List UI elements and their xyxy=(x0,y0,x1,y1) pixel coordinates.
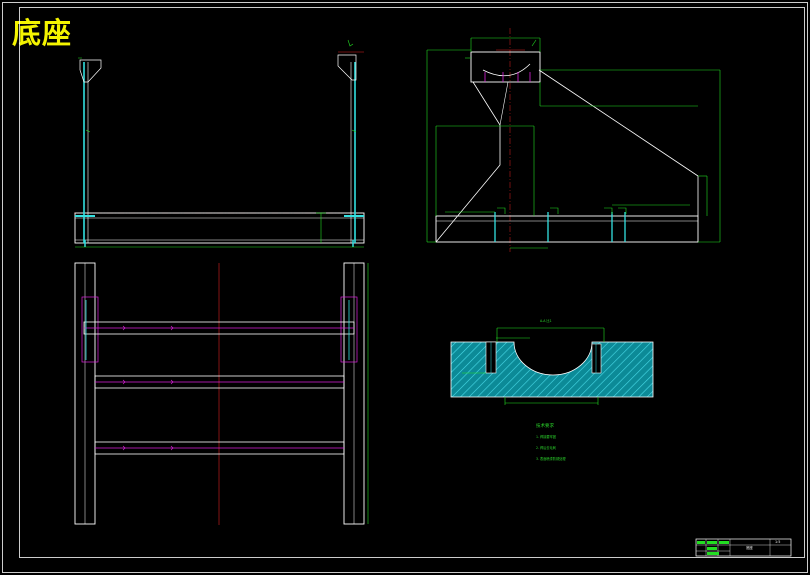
inner-frame xyxy=(19,7,805,558)
tech-notes-heading: 技术要求 xyxy=(536,422,554,429)
side-view xyxy=(426,28,721,252)
top-view xyxy=(74,262,369,525)
tech-note-item: 2. 焊后去毛刺 xyxy=(536,445,556,450)
tech-note-item: 3. 表面喷漆防锈处理 xyxy=(536,456,566,461)
front-view xyxy=(74,39,365,248)
engineering-drawing: A-A 比1 技术要求 1. 焊接要牢固 2. 焊后去毛刺 3. 表面喷漆防锈处… xyxy=(2,2,808,573)
title-block-name: 底座 xyxy=(746,545,753,550)
technical-notes: 技术要求 1. 焊接要牢固 2. 焊后去毛刺 3. 表面喷漆防锈处理 xyxy=(536,422,566,461)
title-block-scale: 1:5 xyxy=(775,540,780,544)
title-block: 底座 1:5 xyxy=(695,538,792,557)
tech-note-item: 1. 焊接要牢固 xyxy=(536,434,556,439)
section-a-a: A-A 比1 xyxy=(450,318,654,405)
outer-frame xyxy=(2,2,808,573)
section-label: A-A 比1 xyxy=(540,318,552,323)
